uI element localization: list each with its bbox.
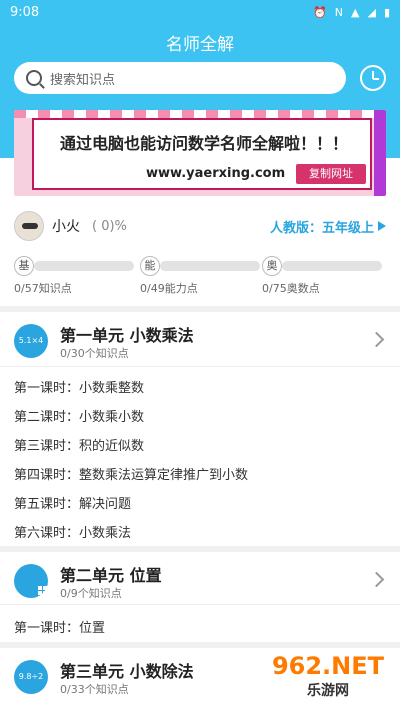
- stat-caption: 0/75奥数点: [262, 282, 320, 295]
- stat-badge: 奥: [262, 256, 282, 276]
- play-arrow-icon: [378, 221, 386, 231]
- page-title: 名师全解: [166, 35, 234, 55]
- lesson-item[interactable]: 第一课时：小数乘整数: [14, 377, 144, 396]
- stat-caption: 0/49能力点: [140, 282, 198, 295]
- progress-bar: [282, 261, 382, 271]
- chevron-right-icon[interactable]: [368, 571, 385, 588]
- battery-icon: ▮: [383, 5, 390, 19]
- watermark: 962.NET 乐游网: [262, 646, 394, 706]
- banner-text: 通过电脑也能访问数学名师全解啦！！！: [59, 134, 348, 153]
- stat-badge: 基: [14, 256, 34, 276]
- alarm-icon: ⏰: [313, 5, 327, 19]
- status-icons: ⏰ N ▲ ◢ ▮: [313, 6, 390, 19]
- lesson-item[interactable]: 第四课时：整数乘法运算定律推广到小数: [14, 464, 248, 483]
- stat-basic: 基 0/57知识点: [14, 254, 136, 298]
- lesson-item[interactable]: 第一课时：位置: [14, 617, 105, 636]
- unit-title: 第二单元 位置: [60, 566, 162, 585]
- status-bar: 9:08 ⏰ N ▲ ◢ ▮: [0, 0, 400, 24]
- stat-ability: 能 0/49能力点: [140, 254, 262, 298]
- divider: [0, 604, 400, 605]
- search-placeholder: 搜索知识点: [50, 72, 116, 88]
- lesson-item[interactable]: 第二课时：小数乘小数: [14, 406, 144, 425]
- user-row: 小火 ( 0)% 人教版：五年级上: [0, 208, 400, 244]
- history-icon[interactable]: [360, 65, 386, 91]
- stats-row: 基 0/57知识点 能 0/49能力点 奥 0/75奥数点: [0, 254, 400, 298]
- unit-subtitle: 0/9个知识点: [60, 587, 122, 600]
- lesson-item[interactable]: 第三课时：积的近似数: [14, 435, 144, 454]
- chevron-right-icon[interactable]: [368, 331, 385, 348]
- banner-edge: [374, 110, 386, 196]
- unit-icon: 5.1×4: [14, 324, 48, 358]
- grade-label: 人教版：五年级上: [269, 220, 374, 236]
- banner-url: www.yaerxing.com: [146, 166, 286, 181]
- divider: [0, 366, 400, 367]
- user-name: 小火: [52, 219, 80, 235]
- banner-card: 通过电脑也能访问数学名师全解啦！！！ www.yaerxing.com 复制网址: [32, 118, 372, 190]
- nfc-icon: N: [334, 5, 343, 19]
- stat-olympiad: 奥 0/75奥数点: [262, 254, 384, 298]
- progress-bar: [34, 261, 134, 271]
- unit-header-2[interactable]: 第二单元 位置 0/9个知识点: [0, 546, 400, 602]
- stat-badge: 能: [140, 256, 160, 276]
- copy-url-button[interactable]: 复制网址: [296, 164, 366, 184]
- unit-subtitle: 0/33个知识点: [60, 683, 129, 696]
- grid-icon: [14, 564, 52, 600]
- unit-icon: 9.8÷2: [14, 660, 48, 694]
- lesson-item[interactable]: 第六课时：小数乘法: [14, 522, 131, 541]
- watermark-sub: 乐游网: [307, 683, 349, 699]
- progress-bar: [160, 261, 260, 271]
- search-icon: [26, 70, 42, 86]
- signal-icon: ◢: [367, 5, 376, 19]
- unit-header-1[interactable]: 5.1×4 第一单元 小数乘法 0/30个知识点: [0, 306, 400, 362]
- unit-title: 第三单元 小数除法: [60, 662, 194, 681]
- grade-selector[interactable]: 人教版：五年级上: [270, 217, 386, 236]
- unit-subtitle: 0/30个知识点: [60, 347, 129, 360]
- watermark-logo: 962.NET: [271, 652, 385, 680]
- promo-banner[interactable]: 通过电脑也能访问数学名师全解啦！！！ www.yaerxing.com 复制网址: [14, 110, 386, 196]
- lesson-item[interactable]: 第五课时：解决问题: [14, 493, 131, 512]
- avatar[interactable]: [14, 211, 44, 241]
- unit-title: 第一单元 小数乘法: [60, 326, 194, 345]
- user-progress: ( 0)%: [92, 218, 127, 234]
- status-time: 9:08: [10, 4, 40, 20]
- search-input[interactable]: 搜索知识点: [14, 62, 346, 94]
- banner-stripe: [14, 110, 386, 118]
- wifi-icon: ▲: [351, 5, 360, 19]
- stat-caption: 0/57知识点: [14, 282, 72, 295]
